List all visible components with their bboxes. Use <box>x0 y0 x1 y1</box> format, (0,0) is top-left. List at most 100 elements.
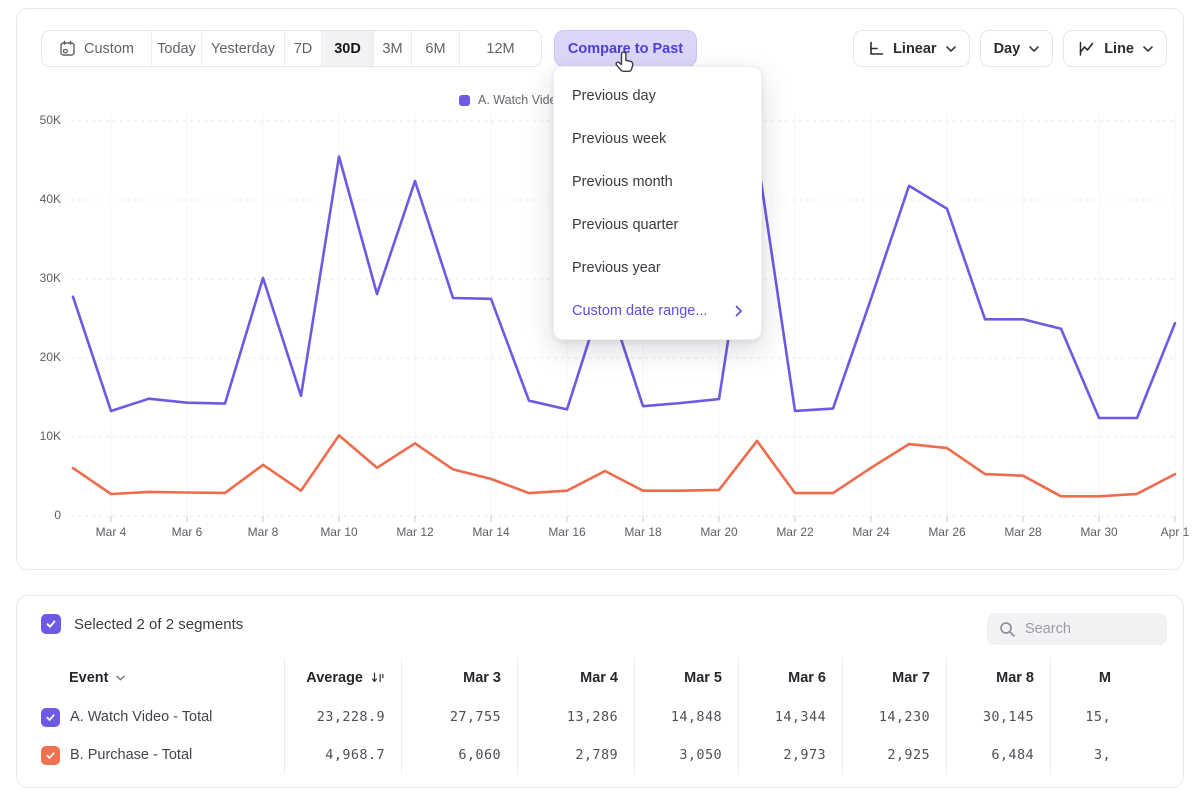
x-axis-label: Mar 10 <box>307 525 371 539</box>
x-axis-label: Mar 26 <box>915 525 979 539</box>
date-header-label: Mar 5 <box>684 670 722 686</box>
value-cell: 6,060 <box>401 736 517 774</box>
check-icon <box>45 750 56 761</box>
average-value: 4,968.7 <box>325 747 385 763</box>
cell-value: 3, <box>1094 747 1111 763</box>
segments-table: Event Average Mar 3 Mar 4 Mar 5 Mar 6 Mar 7 Mar… <box>17 658 1183 774</box>
average-value: 23,228.9 <box>317 709 385 725</box>
value-cell: 6,484 <box>946 736 1050 774</box>
average-cell: 4,968.7 <box>284 736 401 774</box>
segments-card: Selected 2 of 2 segments Search Event Ave… <box>16 595 1184 788</box>
legend-swatch <box>459 95 470 106</box>
menu-item-previous-quarter[interactable]: Previous quarter <box>554 203 761 246</box>
date-header-label: Mar 6 <box>788 670 826 686</box>
table-header-row: Event Average Mar 3 Mar 4 Mar 5 Mar 6 Mar 7 Mar… <box>17 658 1183 698</box>
y-axis-label: 10K <box>21 429 61 443</box>
x-axis-label: Mar 30 <box>1067 525 1131 539</box>
segment-name: B. Purchase - Total <box>70 747 192 763</box>
date-header-label: Mar 7 <box>892 670 930 686</box>
analytics-report-page: CustomTodayYesterday7D30D3M6M12M Compare… <box>0 0 1200 802</box>
y-axis-label: 30K <box>21 271 61 285</box>
x-axis-label: Mar 18 <box>611 525 675 539</box>
check-icon <box>45 712 56 723</box>
select-all-checkbox[interactable] <box>41 614 61 634</box>
value-cell: 27,755 <box>401 698 517 736</box>
value-cell: 30,145 <box>946 698 1050 736</box>
value-cell: 14,230 <box>842 698 946 736</box>
value-cell: 3,050 <box>634 736 738 774</box>
value-cell: 2,789 <box>517 736 634 774</box>
date-column-header[interactable]: Mar 3 <box>401 658 517 698</box>
search-placeholder: Search <box>1025 621 1071 637</box>
average-cell: 23,228.9 <box>284 698 401 736</box>
date-header-label: Mar 4 <box>580 670 618 686</box>
check-icon <box>45 618 57 630</box>
date-column-header[interactable]: Mar 4 <box>517 658 634 698</box>
event-cell: B. Purchase - Total <box>17 736 284 774</box>
series-line-b-purchase-total <box>73 435 1175 496</box>
x-axis-label: Mar 28 <box>991 525 1055 539</box>
date-column-header[interactable]: Mar 8 <box>946 658 1050 698</box>
menu-item-previous-day[interactable]: Previous day <box>554 74 761 117</box>
y-axis-label: 40K <box>21 192 61 206</box>
cell-value: 14,848 <box>671 709 722 725</box>
y-axis-label: 20K <box>21 350 61 364</box>
y-axis-label: 0 <box>21 508 61 522</box>
cursor-pointer-icon <box>612 50 638 78</box>
date-column-header[interactable]: Mar 5 <box>634 658 738 698</box>
x-axis-label: Mar 6 <box>155 525 219 539</box>
menu-item-previous-week[interactable]: Previous week <box>554 117 761 160</box>
cell-value: 14,230 <box>879 709 930 725</box>
cell-value: 13,286 <box>567 709 618 725</box>
date-header-label: M <box>1099 670 1111 686</box>
value-cell: 13,286 <box>517 698 634 736</box>
cell-value: 27,755 <box>450 709 501 725</box>
cell-value: 14,344 <box>775 709 826 725</box>
table-row-a-watch-video-total[interactable]: A. Watch Video - Total 23,228.9 27,755 13,2… <box>17 698 1183 736</box>
x-axis-label: Mar 8 <box>231 525 295 539</box>
x-axis-label: Mar 20 <box>687 525 751 539</box>
cell-value: 6,060 <box>458 747 501 763</box>
segments-summary-label: Selected 2 of 2 segments <box>74 616 243 633</box>
cell-value: 6,484 <box>991 747 1034 763</box>
event-column-header[interactable]: Event <box>17 658 284 698</box>
event-header-label: Event <box>69 670 109 686</box>
sort-descending-icon <box>371 671 385 685</box>
value-cell: 2,925 <box>842 736 946 774</box>
y-axis-label: 50K <box>21 113 61 127</box>
menu-item-custom-date-range[interactable]: Custom date range... <box>554 289 761 332</box>
segment-checkbox[interactable] <box>41 746 60 765</box>
segment-name: A. Watch Video - Total <box>70 709 212 725</box>
value-cell: 3, <box>1050 736 1127 774</box>
cell-value: 15, <box>1085 709 1111 725</box>
average-header-label: Average <box>306 670 363 686</box>
date-column-header[interactable]: Mar 6 <box>738 658 842 698</box>
menu-item-previous-month[interactable]: Previous month <box>554 160 761 203</box>
cell-value: 2,925 <box>887 747 930 763</box>
menu-item-label: Custom date range... <box>572 303 707 319</box>
table-row-b-purchase-total[interactable]: B. Purchase - Total 4,968.7 6,060 2,7893,05… <box>17 736 1183 774</box>
value-cell: 14,344 <box>738 698 842 736</box>
date-header-label: Mar 3 <box>463 670 501 686</box>
chevron-down-icon <box>116 675 125 681</box>
search-input[interactable]: Search <box>987 613 1167 645</box>
compare-to-past-menu: Previous dayPrevious weekPrevious monthP… <box>553 66 762 340</box>
menu-item-previous-year[interactable]: Previous year <box>554 246 761 289</box>
x-axis-label: Mar 4 <box>79 525 143 539</box>
date-column-header[interactable]: Mar 7 <box>842 658 946 698</box>
x-axis-label: Mar 16 <box>535 525 599 539</box>
segment-checkbox[interactable] <box>41 708 60 727</box>
average-column-header[interactable]: Average <box>284 658 401 698</box>
x-axis-label: Mar 12 <box>383 525 447 539</box>
cell-value: 2,973 <box>783 747 826 763</box>
value-cell: 15, <box>1050 698 1127 736</box>
segments-summary-row: Selected 2 of 2 segments <box>41 614 243 634</box>
event-cell: A. Watch Video - Total <box>17 698 284 736</box>
value-cell: 2,973 <box>738 736 842 774</box>
search-icon <box>999 621 1016 638</box>
x-axis-label: Mar 22 <box>763 525 827 539</box>
cell-value: 30,145 <box>983 709 1034 725</box>
date-column-header[interactable]: M <box>1050 658 1127 698</box>
x-axis-label: Mar 24 <box>839 525 903 539</box>
x-axis-label: Mar 14 <box>459 525 523 539</box>
